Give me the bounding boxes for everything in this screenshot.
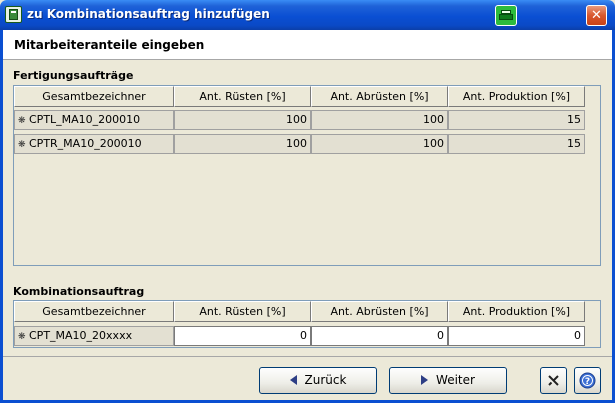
table-cell-abruesten[interactable]: 100	[311, 134, 448, 154]
app-icon	[5, 6, 22, 23]
help-icon: ?	[579, 372, 596, 389]
cancel-button[interactable]	[540, 367, 567, 394]
column-header-ruesten[interactable]: Ant. Rüsten [%]	[174, 86, 311, 107]
table-cell-produktion[interactable]: 15	[448, 134, 585, 154]
row-marker-icon: ❋	[18, 140, 26, 150]
column-header-produktion[interactable]: Ant. Produktion [%]	[448, 86, 585, 107]
table-cell-abruesten[interactable]: 100	[311, 110, 448, 130]
column-header-ruesten[interactable]: Ant. Rüsten [%]	[174, 301, 311, 322]
row-marker-icon: ❋	[18, 116, 26, 126]
abruesten-input[interactable]: 0	[311, 326, 448, 346]
help-button[interactable]: ?	[574, 367, 601, 394]
table-cell-produktion[interactable]: 15	[448, 110, 585, 130]
title-bar[interactable]: zu Kombinationsauftrag hinzufügen ✕	[0, 0, 615, 30]
next-button[interactable]: Weiter	[389, 367, 507, 394]
column-header-abruesten[interactable]: Ant. Abrüsten [%]	[311, 301, 448, 322]
fertigung-section-label: Fertigungsaufträge	[13, 69, 134, 82]
table-cell-ruesten[interactable]: 100	[174, 110, 311, 130]
column-header-produktion[interactable]: Ant. Produktion [%]	[448, 301, 585, 322]
close-icon[interactable]: ✕	[586, 5, 607, 26]
ruesten-input[interactable]: 0	[174, 326, 311, 346]
svg-text:?: ?	[585, 377, 590, 387]
column-header-gesamtbezeichner[interactable]: Gesamtbezeichner	[14, 86, 174, 107]
table-row-name[interactable]: ❋ CPTL_MA10_200010	[14, 110, 174, 130]
back-button[interactable]: Zurück	[259, 367, 377, 394]
kombination-section-label: Kombinationsauftrag	[13, 285, 145, 298]
table-row-name[interactable]: ❋ CPTR_MA10_200010	[14, 134, 174, 154]
arrow-right-icon	[421, 375, 429, 385]
window-title: zu Kombinationsauftrag hinzufügen	[27, 7, 270, 21]
column-header-abruesten[interactable]: Ant. Abrüsten [%]	[311, 86, 448, 107]
arrow-left-icon	[289, 375, 297, 385]
page-title: Mitarbeiteranteile eingeben	[14, 38, 205, 52]
cancel-icon	[548, 375, 559, 386]
row-marker-icon: ❋	[18, 332, 26, 342]
print-icon[interactable]	[495, 5, 517, 26]
fertigung-table[interactable]: Gesamtbezeichner Ant. Rüsten [%] Ant. Ab…	[13, 85, 601, 266]
header-panel: Mitarbeiteranteile eingeben	[3, 30, 612, 60]
kombination-table[interactable]: Gesamtbezeichner Ant. Rüsten [%] Ant. Ab…	[13, 300, 601, 348]
table-cell-ruesten[interactable]: 100	[174, 134, 311, 154]
divider	[3, 356, 612, 357]
produktion-input[interactable]: 0	[448, 326, 585, 346]
table-row-name[interactable]: ❋ CPT_MA10_20xxxx	[14, 326, 174, 346]
column-header-gesamtbezeichner[interactable]: Gesamtbezeichner	[14, 301, 174, 322]
